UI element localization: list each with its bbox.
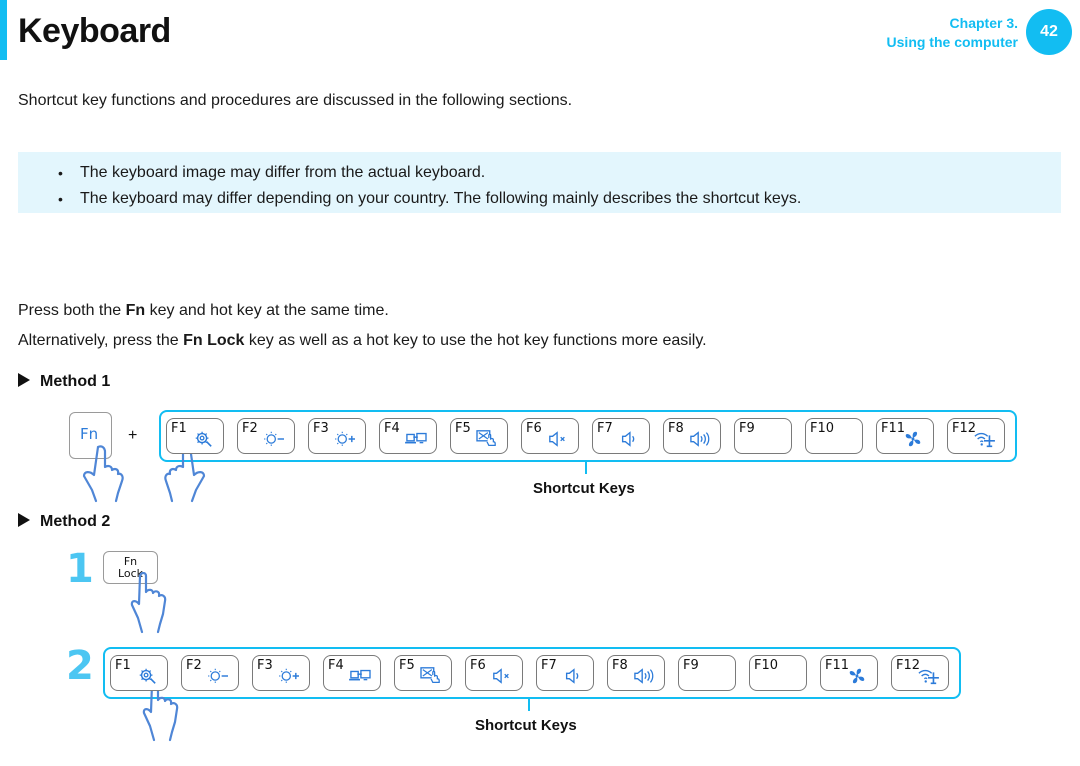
function-key-label: F4 — [328, 658, 344, 673]
mute-icon — [493, 668, 509, 684]
touchpad-toggle-icon — [476, 430, 496, 446]
function-key-f3: F3 — [252, 655, 310, 691]
function-key-label: F9 — [739, 421, 755, 436]
function-key-label: F6 — [526, 421, 542, 436]
function-key-f8: F8 — [607, 655, 665, 691]
volume-up-icon — [690, 431, 710, 447]
brightness-up-icon — [279, 668, 299, 684]
function-key-label: F5 — [399, 658, 415, 673]
text: Alternatively, press the — [18, 332, 184, 349]
fn-key-label: Fn — [80, 425, 99, 443]
function-key-label: F9 — [683, 658, 699, 673]
shortcut-keys-label: Shortcut Keys — [533, 480, 635, 497]
function-key-f11: F11 — [820, 655, 878, 691]
display-switch-icon — [405, 432, 427, 444]
text: key as well as a hot key to use the hot … — [244, 332, 707, 349]
fan-icon — [905, 431, 921, 447]
volume-up-icon — [634, 668, 654, 684]
function-key-f2: F2 — [181, 655, 239, 691]
function-key-f12: F12 — [947, 418, 1005, 454]
text: Press both the — [18, 302, 126, 319]
function-key-f10: F10 — [749, 655, 807, 691]
function-key-label: F1 — [115, 658, 131, 673]
intro-text: Shortcut key functions and procedures ar… — [18, 92, 573, 109]
function-key-f7: F7 — [536, 655, 594, 691]
function-key-f3: F3 — [308, 418, 366, 454]
function-key-label: F1 — [171, 421, 187, 436]
function-key-label: F2 — [242, 421, 258, 436]
function-key-label: F8 — [668, 421, 684, 436]
function-key-f4: F4 — [323, 655, 381, 691]
touchpad-toggle-icon — [420, 667, 440, 683]
brightness-down-icon — [264, 431, 284, 447]
function-key-label: F3 — [313, 421, 329, 436]
function-key-f1: F1 — [166, 418, 224, 454]
shortcut-keys-label: Shortcut Keys — [475, 717, 577, 734]
hand-pointer-icon — [130, 572, 167, 634]
function-key-label: F4 — [384, 421, 400, 436]
triangle-bullet-icon — [18, 513, 30, 527]
page-number-badge: 42 — [1026, 9, 1072, 55]
function-key-f9: F9 — [734, 418, 792, 454]
title-accent-bar — [0, 0, 7, 60]
shortcut-keys-connector — [585, 462, 587, 474]
volume-down-icon — [621, 431, 635, 447]
function-key-f2: F2 — [237, 418, 295, 454]
function-key-label: F10 — [810, 421, 835, 436]
display-switch-icon — [349, 669, 371, 681]
function-key-f11: F11 — [876, 418, 934, 454]
method-1-label: Method 1 — [40, 373, 111, 390]
page-title: Keyboard — [18, 12, 171, 50]
text: key and hot key at the same time. — [145, 302, 389, 319]
settings-icon — [139, 668, 156, 684]
function-key-label: F3 — [257, 658, 273, 673]
function-key-f12: F12 — [891, 655, 949, 691]
function-key-label: F8 — [612, 658, 628, 673]
function-key-f6: F6 — [521, 418, 579, 454]
function-key-f4: F4 — [379, 418, 437, 454]
settings-icon — [195, 431, 212, 447]
method-2-label: Method 2 — [40, 513, 111, 530]
triangle-bullet-icon — [18, 373, 30, 387]
note-item: The keyboard image may differ from the a… — [58, 160, 1061, 186]
note-box: The keyboard image may differ from the a… — [18, 152, 1061, 213]
step-2-number: 2 — [66, 643, 94, 689]
note-item: The keyboard may differ depending on you… — [58, 186, 1061, 212]
plus-sign: + — [128, 427, 138, 444]
method-2-heading: Method 2 — [18, 513, 110, 531]
function-key-label: F7 — [597, 421, 613, 436]
function-key-f5: F5 — [450, 418, 508, 454]
brightness-up-icon — [335, 431, 355, 447]
fn-lock-key-name: Fn Lock — [183, 332, 245, 349]
chapter-title: Using the computer — [886, 34, 1018, 50]
instruction-line-1: Press both the Fn key and hot key at the… — [18, 302, 389, 320]
function-key-f8: F8 — [663, 418, 721, 454]
airplane-mode-icon — [974, 432, 995, 448]
method-1-heading: Method 1 — [18, 373, 110, 391]
chapter-heading: Chapter 3. Using the computer — [887, 14, 1018, 52]
function-key-label: F7 — [541, 658, 557, 673]
function-key-f7: F7 — [592, 418, 650, 454]
brightness-down-icon — [208, 668, 228, 684]
airplane-mode-icon — [918, 669, 939, 685]
volume-down-icon — [565, 668, 579, 684]
function-key-label: F2 — [186, 658, 202, 673]
function-key-f1: F1 — [110, 655, 168, 691]
function-key-f6: F6 — [465, 655, 523, 691]
function-key-label: F10 — [754, 658, 779, 673]
function-key-label: F6 — [470, 658, 486, 673]
shortcut-keys-connector — [528, 699, 530, 711]
function-key-label: F5 — [455, 421, 471, 436]
chapter-number: Chapter 3. — [949, 15, 1018, 31]
function-key-f10: F10 — [805, 418, 863, 454]
mute-icon — [549, 431, 565, 447]
fan-icon — [849, 668, 865, 684]
fn-key-name: Fn — [125, 302, 146, 319]
step-1-number: 1 — [66, 546, 94, 592]
instruction-line-2: Alternatively, press the Fn Lock key as … — [18, 332, 707, 350]
function-key-f9: F9 — [678, 655, 736, 691]
hand-pointer-icon — [82, 445, 124, 503]
function-key-f5: F5 — [394, 655, 452, 691]
